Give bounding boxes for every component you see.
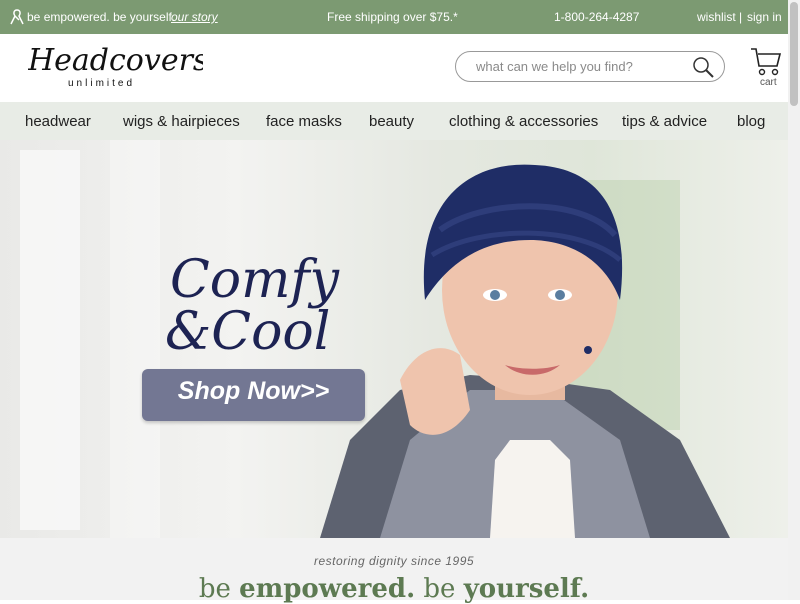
hero-headline-line1: Comfy <box>170 250 340 310</box>
search-box[interactable] <box>455 51 725 82</box>
nav-item-face-masks[interactable]: face masks <box>266 113 342 130</box>
background-window <box>110 140 160 538</box>
model-photo <box>320 164 730 538</box>
svg-text:Headcovers: Headcovers <box>28 43 203 78</box>
our-story-link[interactable]: our story <box>171 10 218 24</box>
nav-item-wigs-hairpieces[interactable]: wigs & hairpieces <box>123 113 240 130</box>
nav-item-beauty[interactable]: beauty <box>369 113 414 130</box>
nav-item-tips-advice[interactable]: tips & advice <box>622 113 707 130</box>
hero-banner[interactable]: Comfy &Cool Shop Now>> <box>0 140 788 538</box>
tagline-be: be <box>27 10 41 24</box>
tagline-be-2: be <box>113 10 127 24</box>
nav-item-headwear[interactable]: headwear <box>25 113 91 130</box>
scrollbar-thumb[interactable] <box>790 2 798 106</box>
shop-now-button[interactable]: Shop Now>> <box>142 369 365 421</box>
wishlist-link[interactable]: wishlist | <box>697 10 742 24</box>
tagline-empowered: empowered. <box>43 10 110 24</box>
sign-in-link[interactable]: sign in <box>747 10 782 24</box>
svg-text:unlimited: unlimited <box>68 78 135 89</box>
mission-section: restoring dignity since 1995 be empowere… <box>0 538 788 604</box>
tagline-yourself: yourself. <box>129 10 176 24</box>
cart-button[interactable]: cart <box>750 47 782 89</box>
awareness-ribbon-icon <box>10 9 24 25</box>
tagline: be empowered. be yourself. <box>27 10 175 24</box>
top-bar: be empowered. be yourself. our story Fre… <box>0 0 788 34</box>
cart-label: cart <box>760 77 777 88</box>
nav-item-blog[interactable]: blog <box>737 113 765 130</box>
hero-headline-line2: &Cool <box>165 302 331 362</box>
main-nav: headwear wigs & hairpieces face masks be… <box>0 102 788 140</box>
nav-item-clothing-accessories[interactable]: clothing & accessories <box>449 113 598 130</box>
cart-icon <box>751 48 782 76</box>
free-shipping-text: Free shipping over $75.* <box>327 10 458 24</box>
search-icon[interactable] <box>692 56 714 78</box>
phone-number[interactable]: 1-800-264-4287 <box>554 10 639 24</box>
search-input[interactable] <box>474 58 678 75</box>
headcovers-logo[interactable]: Headcovers unlimited <box>28 42 203 92</box>
background-window <box>20 150 80 530</box>
restoring-dignity-text: restoring dignity since 1995 <box>313 554 475 568</box>
